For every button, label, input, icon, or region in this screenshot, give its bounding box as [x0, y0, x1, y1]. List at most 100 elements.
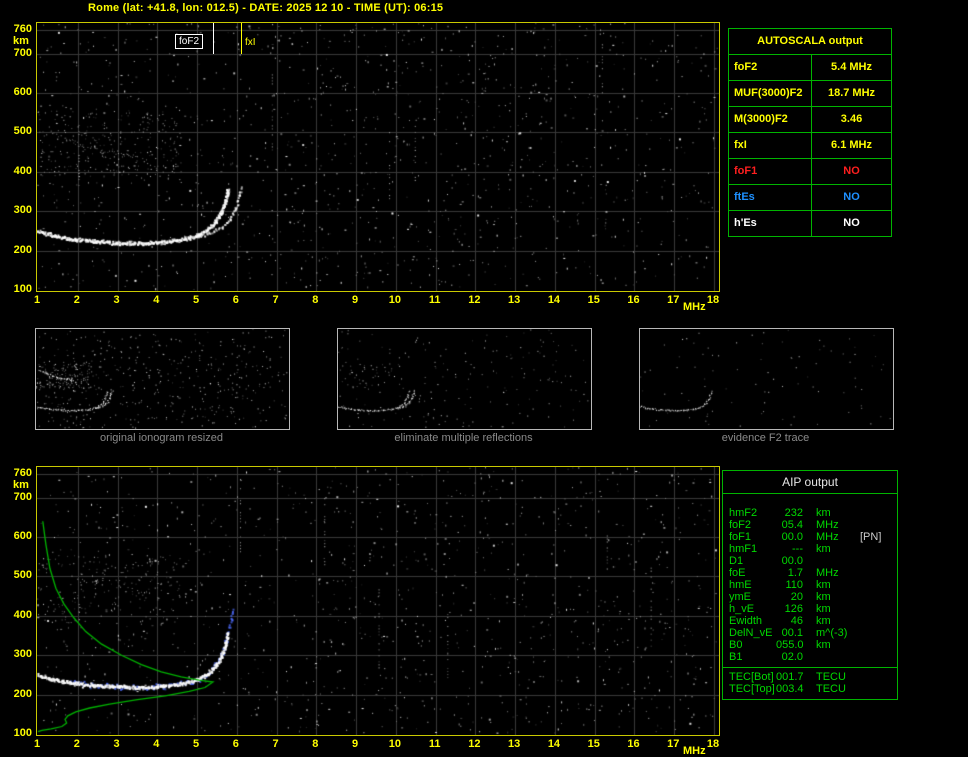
- aip-row-value: 20: [790, 591, 803, 603]
- aip-row-value: 003.4: [776, 683, 804, 695]
- aip-row-value: 46: [790, 615, 803, 627]
- x-tick-label: 17: [667, 738, 680, 750]
- aip-row: foE 1.7 MHz: [723, 567, 897, 579]
- autoscala-row-value: 3.46: [840, 113, 863, 125]
- ionogram-canvas: [37, 23, 719, 291]
- x-tick-label: 5: [192, 738, 200, 750]
- y-axis-unit-label: km: [13, 35, 29, 47]
- autoscala-row-value: 5.4 MHz: [831, 61, 872, 73]
- aip-row: hmF2 232 km: [723, 507, 897, 519]
- panel-original-ionogram: [35, 328, 290, 430]
- y-axis-unit-label: km: [13, 479, 29, 491]
- x-tick-label: 14: [547, 294, 561, 306]
- autoscala-row-label: fxI: [729, 133, 812, 158]
- x-tick-label: 12: [468, 294, 481, 306]
- fxi-marker-line: [241, 23, 242, 54]
- x-tick-label: 10: [388, 738, 401, 750]
- aip-row-label: B0: [729, 639, 743, 651]
- x-tick-label: 6: [232, 294, 239, 306]
- autoscala-row: M(3000)F2 3.46: [729, 107, 891, 133]
- aip-row-unit: TECU: [816, 671, 846, 683]
- aip-row-label: hmF1: [729, 543, 758, 555]
- aip-row-value: ---: [792, 543, 803, 555]
- autoscala-row-label: h'Es: [729, 211, 812, 236]
- y-tick-label: 500: [13, 569, 32, 582]
- y-tick-label: 100: [13, 727, 32, 739]
- aip-row-unit: km: [816, 543, 831, 555]
- aip-row-unit: km: [816, 507, 831, 519]
- x-tick-label: 13: [508, 738, 521, 750]
- aip-row: foF1 00.0 MHz [PN]: [723, 531, 897, 543]
- aip-row-label: ymE: [729, 591, 751, 603]
- aip-row: D1 00.0: [723, 555, 897, 567]
- x-tick-label: 16: [627, 294, 640, 306]
- x-tick-label: 9: [352, 738, 359, 750]
- aip-row: Ewidth 46 km: [723, 615, 897, 627]
- aip-row: foF2 05.4 MHz: [723, 519, 897, 531]
- aip-row: hmF1 --- km: [723, 543, 897, 555]
- aip-row: ymE 20 km: [723, 591, 897, 603]
- panel-caption-eliminate: eliminate multiple reflections: [394, 432, 533, 444]
- y-tick-label: 600: [13, 86, 32, 99]
- autoscala-row: h'Es NO: [729, 211, 891, 236]
- x-tick-label: 16: [627, 738, 640, 750]
- y-tick-label: 400: [13, 164, 32, 177]
- aip-row-unit: m^(-3): [816, 627, 848, 639]
- aip-row-label: foF1: [729, 531, 752, 543]
- aip-row-label: hmF2: [729, 507, 758, 519]
- aip-row-unit: km: [816, 579, 831, 591]
- aip-row-value: 232: [784, 507, 803, 519]
- y-tick-label: 300: [13, 204, 32, 217]
- autoscala-row-value: NO: [843, 217, 860, 229]
- x-axis-unit-label: MHz: [683, 745, 706, 757]
- panel-eliminate-reflections: [337, 328, 592, 430]
- autoscala-output-table: AUTOSCALA output foF2 5.4 MHz MUF(3000)F2 1…: [728, 28, 892, 237]
- aip-row: TEC[Top] 003.4 TECU: [723, 683, 897, 695]
- autoscala-row-label: M(3000)F2: [729, 107, 812, 132]
- aip-row-value: 126: [784, 603, 803, 615]
- panel-caption-evidence: evidence F2 trace: [721, 432, 810, 444]
- autoscala-table-title: AUTOSCALA output: [729, 29, 891, 55]
- aip-row-unit: TECU: [816, 683, 846, 695]
- panel-original-ionogram-canvas: [36, 329, 289, 429]
- y-tick-label: 700: [13, 46, 32, 59]
- fxi-marker-label: fxI: [245, 37, 256, 48]
- aip-row-unit: MHz: [816, 531, 839, 543]
- x-tick-label: 1: [33, 738, 41, 750]
- aip-row-unit: km: [816, 639, 831, 651]
- aip-row-value: 00.0: [781, 555, 803, 567]
- aip-row: B1 02.0: [723, 651, 897, 663]
- aip-row-value: 055.0: [776, 639, 804, 651]
- aip-row-unit: MHz: [816, 519, 839, 531]
- aip-row: B0 055.0 km: [723, 639, 897, 651]
- aip-row-label: TEC[Bot]: [729, 671, 774, 683]
- autoscala-row-value: NO: [843, 191, 860, 203]
- y-tick-label: 600: [13, 530, 32, 543]
- aip-row-unit: km: [816, 591, 831, 603]
- y-tick-label: 500: [13, 125, 32, 138]
- panel-evidence-f2-trace: [639, 328, 894, 430]
- x-tick-label: 18: [706, 738, 720, 750]
- profilogram-plot: [36, 466, 720, 736]
- aip-row-label: foF2: [729, 519, 752, 531]
- aip-row-value: 00.1: [781, 627, 803, 639]
- autoscala-row: MUF(3000)F2 18.7 MHz: [729, 81, 891, 107]
- x-tick-label: 7: [272, 738, 279, 750]
- aip-row-value: 02.0: [781, 651, 803, 663]
- aip-row-label: TEC[Top]: [729, 683, 775, 695]
- x-tick-label: 14: [547, 738, 561, 750]
- y-tick-label: 760: [13, 467, 32, 479]
- profilogram-canvas: [37, 467, 719, 735]
- x-tick-label: 6: [232, 738, 239, 750]
- x-tick-label: 17: [667, 294, 680, 306]
- autoscala-row-label: MUF(3000)F2: [729, 81, 812, 106]
- aip-row-value: 110: [785, 579, 803, 591]
- x-tick-label: 18: [706, 294, 720, 306]
- aip-row-label: hmE: [729, 579, 752, 591]
- station-date-time-title: Rome (lat: +41.8, lon: 012.5) - DATE: 20…: [88, 2, 444, 14]
- aip-row-label: DelN_vE: [729, 627, 773, 639]
- aip-row-unit: [803, 555, 860, 567]
- aip-row-unit: km: [816, 603, 831, 615]
- x-tick-label: 15: [587, 294, 600, 306]
- aip-row-label: h_vE: [729, 603, 755, 615]
